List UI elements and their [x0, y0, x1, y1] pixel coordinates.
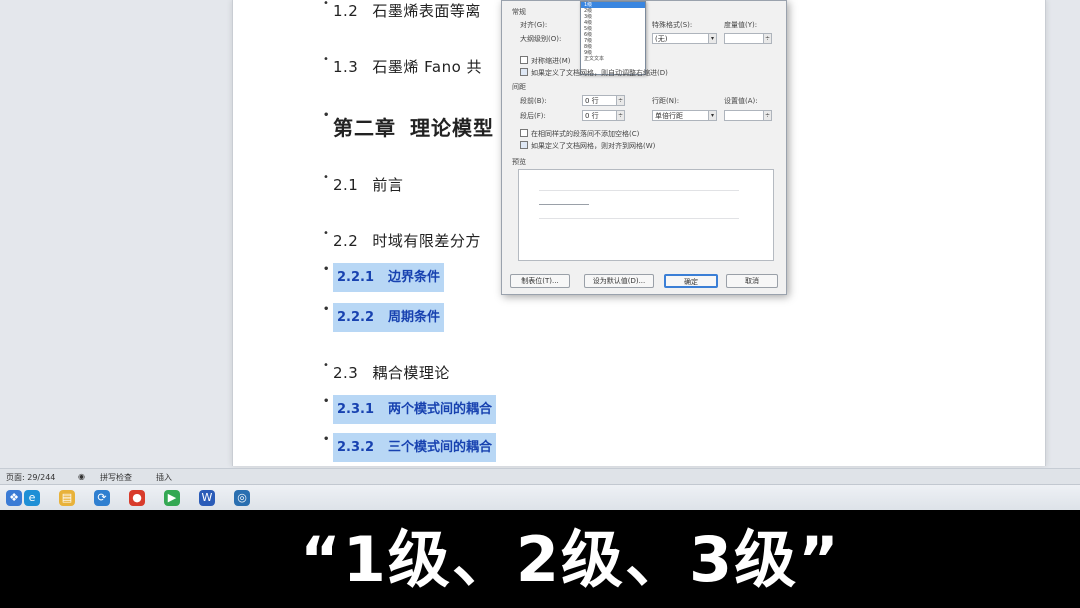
preview-line	[539, 218, 739, 219]
spell-check-status[interactable]: 拼写检查	[100, 472, 132, 483]
list-bullet-icon: •	[323, 304, 330, 315]
cancel-button[interactable]: 取消	[726, 274, 778, 288]
outline-level-label: 大纲级别(O):	[520, 35, 562, 43]
snap-to-grid-checkbox[interactable]: 如果定义了文档网格，则对齐到网格(W)	[520, 141, 655, 151]
outline-option[interactable]: 正文文本	[581, 56, 645, 62]
preview-line	[539, 204, 589, 205]
no-space-same-style-checkbox[interactable]: 在相同样式的段落间不添加空格(C)	[520, 129, 639, 139]
heading-h1[interactable]: • 第二章 理论模型	[323, 110, 494, 141]
heading-number: 2.3.1	[337, 402, 375, 417]
heading-h2[interactable]: • 2.1 前言	[323, 172, 404, 195]
video-subtitle: “1级、2级、3级”	[300, 523, 841, 596]
heading-text: 石墨烯表面等离	[372, 2, 481, 20]
heading-number: 1.2	[333, 2, 359, 20]
space-before-spinner-icon[interactable]: ÷	[616, 95, 625, 106]
browser-icon[interactable]: ◎	[234, 490, 250, 506]
mirror-indent-checkbox[interactable]: 对称缩进(M)	[520, 56, 571, 66]
heading-text: 三个模式间的耦合	[388, 440, 493, 455]
tabs-button[interactable]: 制表位(T)...	[510, 274, 570, 288]
line-spacing-value-spinner-icon[interactable]: ÷	[763, 110, 772, 121]
line-spacing-select[interactable]: 单倍行距	[652, 110, 710, 121]
preview-label: 预览	[512, 158, 526, 166]
list-bullet-icon: •	[323, 172, 330, 183]
sync-icon[interactable]: ⟳	[94, 490, 110, 506]
preview-line	[539, 190, 739, 191]
list-bullet-icon: •	[323, 228, 330, 239]
alignment-label: 对齐(G):	[520, 21, 548, 29]
heading-text: 边界条件	[388, 270, 441, 285]
document-workspace: • 1.2 石墨烯表面等离 • 1.3 石墨烯 Fano 共 • 第二章 理论模型 • 2.1 前言 •…	[0, 0, 1080, 468]
line-spacing-value-label: 设置值(A):	[724, 97, 758, 105]
set-default-button[interactable]: 设为默认值(D)...	[584, 274, 654, 288]
heading-text: 两个模式间的耦合	[388, 402, 493, 417]
grid-indent-checkbox[interactable]: 如果定义了文档网格，则自动调整右缩进(D)	[520, 68, 668, 78]
heading-h3[interactable]: • 2.2.1 边界条件	[323, 263, 445, 292]
special-format-label: 特殊格式(S):	[652, 21, 693, 29]
heading-h3[interactable]: • 2.3.2 三个模式间的耦合	[323, 433, 497, 462]
heading-number: 2.3	[333, 364, 359, 382]
list-bullet-icon: •	[323, 264, 330, 275]
outline-level-dropdown[interactable]: 1级 2级 3级 4级 5级 6级 7级 8级 9级 正文文本	[580, 1, 646, 75]
list-bullet-icon: •	[323, 360, 330, 371]
section-general-label: 常规	[512, 8, 526, 16]
line-spacing-label: 行距(N):	[652, 97, 680, 105]
line-spacing-arrow-icon[interactable]: ▾	[708, 110, 717, 121]
heading-text: 理论模型	[410, 116, 494, 140]
space-after-label: 段后(F):	[520, 112, 546, 120]
heading-h3[interactable]: • 2.2.2 周期条件	[323, 303, 445, 332]
heading-number: 2.3.2	[337, 440, 375, 455]
list-bullet-icon: •	[323, 110, 331, 121]
heading-h2[interactable]: • 1.2 石墨烯表面等离	[323, 0, 481, 21]
status-bar: 页面: 29/244 ◉ 拼写检查 插入	[0, 468, 1080, 485]
ie-icon[interactable]: e	[24, 490, 40, 506]
qq-icon[interactable]: ●	[129, 490, 145, 506]
special-format-select[interactable]: (无)	[652, 33, 710, 44]
start-button-icon[interactable]: ❖	[6, 490, 22, 506]
heading-text: 耦合模理论	[372, 364, 450, 382]
measure-spinner-icon[interactable]: ÷	[763, 33, 772, 44]
heading-number: 1.3	[333, 58, 359, 76]
list-bullet-icon: •	[323, 0, 330, 9]
heading-text: 周期条件	[388, 310, 441, 325]
list-bullet-icon: •	[323, 434, 330, 445]
space-after-spinner-icon[interactable]: ÷	[616, 110, 625, 121]
word-icon[interactable]: W	[199, 490, 215, 506]
taskbar: ❖ e ▤ ⟳ ● ▶ W ◎	[0, 484, 1080, 511]
heading-h3[interactable]: • 2.3.1 两个模式间的耦合	[323, 395, 497, 424]
list-bullet-icon: •	[323, 54, 330, 65]
heading-number: 2.2.1	[337, 270, 375, 285]
spell-check-icon[interactable]: ◉	[78, 472, 85, 481]
heading-h2[interactable]: • 1.3 石墨烯 Fano 共	[323, 54, 483, 77]
insert-mode-status[interactable]: 插入	[156, 472, 172, 483]
space-before-label: 段前(B):	[520, 97, 547, 105]
paragraph-dialog: 常规 对齐(G): 大纲级别(O): 1级 2级 3级 4级 5级 6级 7级 8级 9级 正文文…	[501, 0, 787, 295]
heading-text: 石墨烯 Fano 共	[372, 58, 483, 76]
list-bullet-icon: •	[323, 396, 330, 407]
special-format-arrow-icon[interactable]: ▾	[708, 33, 717, 44]
page-indicator[interactable]: 页面: 29/244	[6, 472, 55, 483]
spacing-section-label: 间距	[512, 83, 526, 91]
heading-h2[interactable]: • 2.3 耦合模理论	[323, 360, 450, 383]
heading-number: 2.2	[333, 232, 359, 250]
heading-text: 时域有限差分方	[372, 232, 481, 250]
paragraph-preview	[518, 169, 774, 261]
heading-number: 2.2.2	[337, 310, 375, 325]
heading-h2[interactable]: • 2.2 时域有限差分方	[323, 228, 481, 251]
heading-text: 前言	[372, 176, 404, 194]
media-icon[interactable]: ▶	[164, 490, 180, 506]
measure-label: 度量值(Y):	[724, 21, 758, 29]
ok-button[interactable]: 确定	[664, 274, 718, 288]
heading-number: 第二章	[333, 116, 396, 140]
heading-number: 2.1	[333, 176, 359, 194]
folder-icon[interactable]: ▤	[59, 490, 75, 506]
